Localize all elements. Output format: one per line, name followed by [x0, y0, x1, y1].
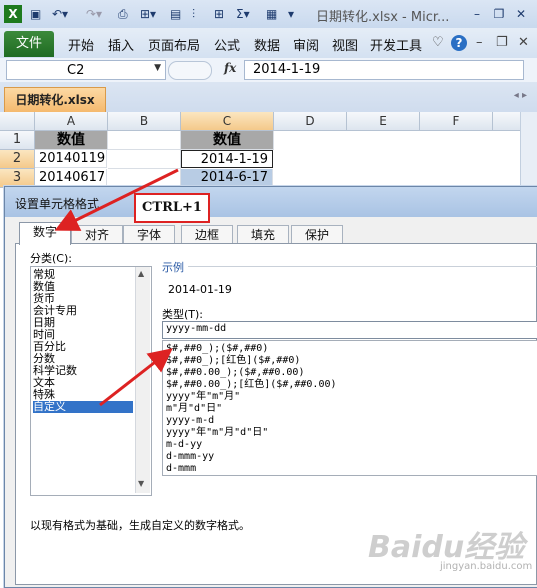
save-icon[interactable]: ▣ — [30, 5, 41, 23]
title-bar: X ▣ ↶▾ ↷▾ ⎙ ⊞▾ ▤ ⫶ ⊞ Σ▾ ▦ ▾ 日期转化.xlsx - … — [0, 0, 537, 29]
redo-icon[interactable]: ↷▾ — [86, 5, 102, 23]
column-header-a[interactable]: A — [35, 112, 108, 131]
type-input[interactable]: yyyy-mm-dd — [162, 321, 537, 339]
spreadsheet-grid: A B C D E F 1 2 3 数值 20140119 20140617 数… — [0, 112, 521, 192]
tab-home[interactable]: 开始 — [68, 35, 94, 54]
tab-insert[interactable]: 插入 — [108, 35, 134, 54]
column-header-e[interactable]: E — [347, 112, 420, 131]
filter-icon[interactable]: ⫶ — [192, 5, 195, 23]
window-title: 日期转化.xlsx - Micr... — [316, 10, 450, 25]
tab-border[interactable]: 边框 — [181, 225, 233, 244]
column-header-c[interactable]: C — [181, 112, 274, 131]
cell-styles-icon[interactable]: ▦ — [266, 5, 277, 23]
autosum-icon[interactable]: Σ▾ — [236, 5, 250, 23]
tab-alignment[interactable]: 对齐 — [71, 225, 123, 244]
workbook-minimize-icon[interactable]: – — [476, 35, 483, 50]
row-header-2[interactable]: 2 — [0, 150, 35, 169]
cell-a1[interactable]: 数值 — [35, 131, 108, 150]
insert-function-icon[interactable]: fx — [224, 61, 236, 75]
column-header-d[interactable]: D — [274, 112, 347, 131]
category-scrollbar[interactable]: ▲ ▼ — [135, 267, 150, 493]
shortcut-callout: CTRL+1 — [134, 193, 210, 223]
format-item[interactable]: $#,##0.00_);[红色]($#,##0.00) — [166, 379, 337, 391]
formula-cancel-enter-pill[interactable] — [168, 61, 212, 80]
name-box[interactable]: C2 ▼ — [6, 60, 166, 80]
tab-file[interactable]: 文件 — [4, 31, 54, 57]
minimize-icon[interactable]: – — [468, 5, 486, 23]
workbook-tab[interactable]: 日期转化.xlsx — [4, 87, 106, 112]
category-label: 分类(C): — [30, 252, 72, 265]
column-header-f[interactable]: F — [420, 112, 493, 131]
cell-c2-active[interactable]: 2014-1-19 — [181, 150, 273, 168]
undo-icon[interactable]: ↶▾ — [52, 5, 68, 23]
tab-protection[interactable]: 保护 — [291, 225, 343, 244]
tab-page-layout[interactable]: 页面布局 — [148, 35, 200, 54]
restore-icon[interactable]: ❐ — [490, 5, 508, 23]
workbook-close-icon[interactable]: ✕ — [518, 35, 529, 50]
format-item[interactable]: yyyy-m-d — [166, 415, 214, 427]
baidu-watermark-url: jingyan.baidu.com — [440, 561, 533, 572]
select-all-corner[interactable] — [0, 112, 35, 131]
collapse-ribbon-icon[interactable]: ♡ — [432, 35, 444, 50]
format-item[interactable]: yyyy"年"m"月"d"日" — [166, 427, 268, 439]
workbook-restore-icon[interactable]: ❐ — [496, 35, 508, 50]
close-icon[interactable]: ✕ — [512, 5, 530, 23]
scroll-down-icon[interactable]: ▼ — [138, 479, 144, 488]
format-description: 以现有格式为基础，生成自定义的数字格式。 — [30, 519, 250, 532]
column-header-g-partial[interactable] — [493, 112, 521, 131]
format-item[interactable]: m-d-yy — [166, 439, 202, 451]
workbook-tab-strip: 日期转化.xlsx ◂ ▸ — [0, 82, 537, 113]
format-item[interactable]: d-mmm — [166, 463, 196, 475]
print-preview-icon[interactable]: ⎙ — [118, 5, 128, 23]
tab-fill[interactable]: 填充 — [237, 225, 289, 244]
cell-b1[interactable] — [108, 131, 181, 150]
vertical-scrollbar[interactable] — [520, 112, 537, 192]
number-format-icon[interactable]: ▤ — [170, 5, 181, 23]
format-code-list[interactable]: $#,##0_);($#,##0) $#,##0_);[红色]($#,##0) … — [162, 340, 537, 476]
excel-logo-icon: X — [4, 5, 22, 23]
tab-developer[interactable]: 开发工具 — [370, 35, 422, 54]
formula-bar: C2 ▼ fx 2014-1-19 — [0, 58, 537, 83]
dialog-title-bar: 设置单元格格式 — [5, 187, 537, 217]
format-item[interactable]: $#,##0_);($#,##0) — [166, 343, 268, 355]
name-box-value: C2 — [67, 63, 85, 78]
row-header-1[interactable]: 1 — [0, 131, 35, 150]
help-icon[interactable]: ? — [451, 35, 467, 51]
sample-label: 示例 — [162, 259, 188, 275]
baidu-watermark-logo: Baidu经验 — [368, 530, 525, 565]
category-list[interactable]: 常规 数值 货币 会计专用 日期 时间 百分比 分数 科学记数 文本 特殊 自定… — [30, 266, 152, 496]
cell-c3[interactable]: 2014-6-17 — [181, 169, 273, 187]
tab-review[interactable]: 审阅 — [293, 35, 319, 54]
borders-icon[interactable]: ⊞ — [214, 5, 224, 23]
tab-data[interactable]: 数据 — [254, 35, 280, 54]
tab-view[interactable]: 视图 — [332, 35, 358, 54]
category-custom[interactable]: 自定义 — [33, 401, 133, 413]
dialog-title: 设置单元格格式 — [15, 197, 100, 211]
tab-number[interactable]: 数字 — [19, 222, 71, 245]
formula-input[interactable]: 2014-1-19 — [244, 60, 524, 80]
tab-formulas[interactable]: 公式 — [214, 35, 240, 54]
format-item[interactable]: d-mmm-yy — [166, 451, 214, 463]
cell-a3[interactable]: 20140617 — [35, 169, 107, 187]
type-input-value: yyyy-mm-dd — [166, 323, 227, 334]
sample-group: 示例 2014-01-19 — [162, 259, 537, 299]
format-item[interactable]: yyyy"年"m"月" — [166, 391, 240, 403]
type-label: 类型(T): — [162, 308, 204, 321]
format-item[interactable]: $#,##0.00_);($#,##0.00) — [166, 367, 304, 379]
customize-toolbar-icon[interactable]: ▾ — [288, 5, 294, 23]
chevron-down-icon[interactable]: ▼ — [154, 63, 161, 73]
sample-value: 2014-01-19 — [168, 283, 232, 296]
tab-font[interactable]: 字体 — [123, 225, 175, 244]
format-item[interactable]: $#,##0_);[红色]($#,##0) — [166, 355, 300, 367]
cell-c1[interactable]: 数值 — [181, 131, 274, 150]
cell-a2[interactable]: 20140119 — [35, 150, 107, 168]
cell-b2[interactable] — [108, 150, 181, 169]
column-header-b[interactable]: B — [108, 112, 181, 131]
format-item[interactable]: m"月"d"日" — [166, 403, 222, 415]
format-painter-icon[interactable]: ⊞▾ — [140, 5, 156, 23]
tab-scroll-arrows-icon[interactable]: ◂ ▸ — [514, 90, 527, 101]
scroll-up-icon[interactable]: ▲ — [138, 269, 144, 278]
formula-value: 2014-1-19 — [253, 62, 321, 77]
